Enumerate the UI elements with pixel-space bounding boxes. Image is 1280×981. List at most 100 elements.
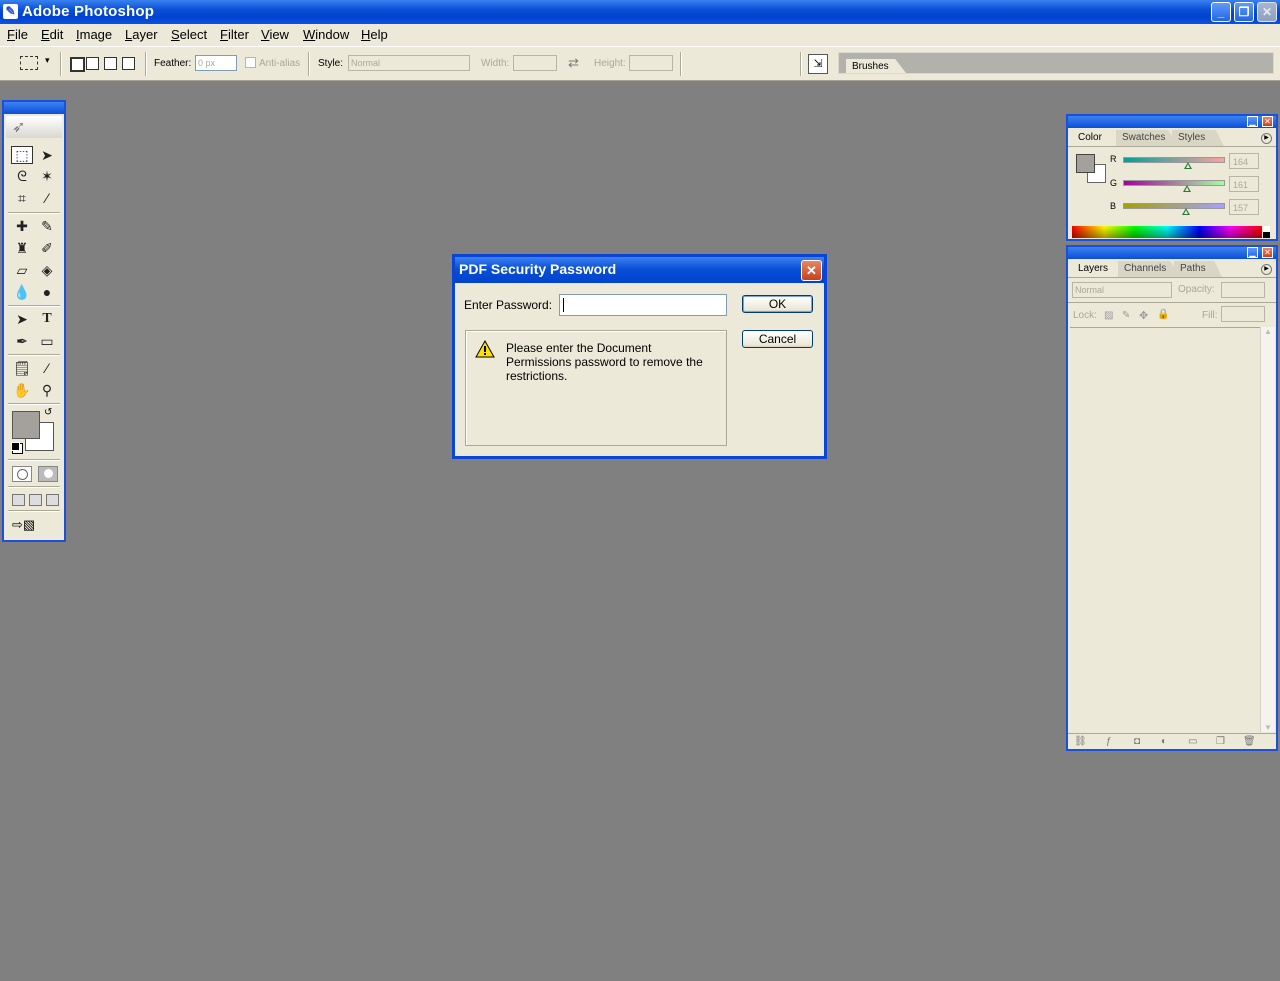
- menu-image[interactable]: Image: [76, 27, 112, 42]
- magic-wand-tool-icon[interactable]: ✶: [36, 167, 58, 185]
- antialias-checkbox[interactable]: [245, 57, 256, 68]
- tab-channels[interactable]: Channels: [1118, 261, 1180, 277]
- type-tool-icon[interactable]: T: [36, 310, 58, 328]
- green-value-input[interactable]: 161: [1229, 176, 1259, 192]
- palette-close-icon[interactable]: ✕: [1262, 247, 1273, 258]
- tab-layers[interactable]: Layers: [1072, 261, 1126, 277]
- opacity-input[interactable]: [1221, 282, 1265, 298]
- brush-tool-icon[interactable]: ✎: [36, 217, 58, 235]
- history-brush-tool-icon[interactable]: ✐: [36, 239, 58, 257]
- tab-paths[interactable]: Paths: [1174, 261, 1222, 277]
- pen-tool-icon[interactable]: ✒: [11, 332, 33, 350]
- new-layer-icon[interactable]: ❐: [1216, 736, 1225, 747]
- foreground-color-swatch[interactable]: [12, 411, 40, 439]
- jump-to-imageready-icon[interactable]: ⇨▧: [12, 516, 58, 534]
- clone-stamp-tool-icon[interactable]: ♜: [11, 239, 33, 257]
- swap-dimensions-icon[interactable]: ⇄: [568, 55, 579, 71]
- new-selection-icon[interactable]: [70, 57, 85, 72]
- feather-input[interactable]: 0 px: [195, 55, 237, 71]
- healing-brush-tool-icon[interactable]: ✚: [11, 217, 33, 235]
- layer-style-icon[interactable]: ƒ: [1106, 736, 1112, 747]
- quick-mask-mode-icon[interactable]: [38, 466, 58, 482]
- layers-list[interactable]: [1070, 327, 1260, 733]
- dialog-title-bar[interactable]: PDF Security Password: [455, 257, 824, 283]
- blend-mode-select[interactable]: Normal: [1072, 282, 1172, 298]
- restore-button[interactable]: ❐: [1234, 2, 1254, 22]
- palette-minimize-icon[interactable]: ▁: [1247, 116, 1258, 127]
- menu-edit[interactable]: Edit: [41, 27, 63, 42]
- intersect-selection-icon[interactable]: [122, 57, 135, 70]
- new-group-icon[interactable]: ▭: [1188, 736, 1197, 747]
- path-selection-tool-icon[interactable]: ➤: [11, 310, 33, 328]
- eraser-tool-icon[interactable]: ▱: [11, 261, 33, 279]
- menu-window[interactable]: Window: [303, 27, 349, 42]
- add-selection-icon[interactable]: [86, 57, 99, 70]
- toolbox-title-bar[interactable]: [4, 102, 64, 114]
- subtract-selection-icon[interactable]: [104, 57, 117, 70]
- ok-button[interactable]: OK: [742, 295, 813, 313]
- paint-bucket-tool-icon[interactable]: ◈: [36, 261, 58, 279]
- menu-help[interactable]: Help: [361, 27, 388, 42]
- color-palette-title-bar[interactable]: [1068, 116, 1276, 128]
- marquee-tool-icon[interactable]: ⬚: [11, 146, 33, 164]
- full-screen-menu-mode-icon[interactable]: [29, 494, 42, 506]
- tab-swatches[interactable]: Swatches: [1116, 130, 1178, 146]
- red-slider-thumb[interactable]: [1184, 162, 1192, 169]
- link-layers-icon[interactable]: ⛓: [1074, 736, 1087, 747]
- layer-mask-icon[interactable]: ◘: [1134, 736, 1140, 747]
- style-select[interactable]: Normal: [348, 55, 470, 71]
- zoom-tool-icon[interactable]: ⚲: [36, 381, 58, 399]
- green-slider[interactable]: [1123, 180, 1225, 186]
- menu-layer[interactable]: Layer: [125, 27, 158, 42]
- lock-image-icon[interactable]: ✎: [1122, 310, 1130, 321]
- menu-view[interactable]: View: [261, 27, 289, 42]
- lock-transparency-icon[interactable]: ▨: [1104, 310, 1113, 321]
- height-input[interactable]: [629, 55, 673, 71]
- layers-scrollbar[interactable]: ▲ ▼: [1260, 327, 1275, 732]
- notes-tool-icon[interactable]: 🗒: [11, 359, 33, 377]
- password-input[interactable]: [559, 294, 727, 316]
- blur-tool-icon[interactable]: 💧: [11, 283, 33, 301]
- chevron-down-icon[interactable]: ▾: [45, 55, 50, 66]
- tab-styles[interactable]: Styles: [1172, 130, 1224, 146]
- palette-close-icon[interactable]: ✕: [1262, 116, 1273, 127]
- blue-slider[interactable]: [1123, 203, 1225, 209]
- tab-color[interactable]: Color: [1072, 130, 1122, 146]
- hand-tool-icon[interactable]: ✋: [11, 381, 33, 399]
- standard-screen-mode-icon[interactable]: [12, 494, 25, 506]
- palette-minimize-icon[interactable]: ▁: [1247, 247, 1258, 258]
- close-button[interactable]: ✕: [1257, 2, 1277, 22]
- menu-filter[interactable]: Filter: [220, 27, 249, 42]
- palette-menu-icon[interactable]: ▶: [1261, 133, 1272, 144]
- slice-tool-icon[interactable]: ⁄: [36, 189, 58, 207]
- rectangle-tool-icon[interactable]: ▭: [36, 332, 58, 350]
- default-colors-icon[interactable]: [11, 442, 20, 451]
- color-ramp[interactable]: [1072, 226, 1262, 238]
- standard-mode-icon[interactable]: [12, 466, 32, 482]
- foreground-color-chip[interactable]: [1076, 154, 1095, 173]
- move-tool-icon[interactable]: ➤: [36, 146, 58, 164]
- fill-input[interactable]: [1221, 306, 1265, 322]
- layers-palette-title-bar[interactable]: [1068, 247, 1276, 259]
- adjustment-layer-icon[interactable]: ◐: [1161, 736, 1167, 747]
- red-value-input[interactable]: 164: [1229, 153, 1259, 169]
- full-screen-mode-icon[interactable]: [46, 494, 59, 506]
- palette-menu-icon[interactable]: ▶: [1261, 264, 1272, 275]
- black-swatch[interactable]: [1263, 232, 1270, 238]
- blue-slider-thumb[interactable]: [1182, 208, 1190, 215]
- dialog-close-button[interactable]: ✕: [801, 260, 822, 281]
- marquee-preset-icon[interactable]: [20, 56, 38, 70]
- red-slider[interactable]: [1123, 157, 1225, 163]
- app-title-bar[interactable]: ✎ Adobe Photoshop _ ❐ ✕: [0, 0, 1280, 24]
- lock-all-icon[interactable]: 🔒: [1157, 309, 1169, 320]
- cancel-button[interactable]: Cancel: [742, 330, 813, 348]
- adobe-feather-logo[interactable]: ➶: [6, 116, 62, 138]
- menu-select[interactable]: Select: [171, 27, 207, 42]
- swap-colors-icon[interactable]: ↺: [44, 407, 52, 418]
- dodge-tool-icon[interactable]: ●: [36, 283, 58, 301]
- width-input[interactable]: [513, 55, 557, 71]
- menu-file[interactable]: File: [7, 27, 28, 42]
- lock-position-icon[interactable]: ✥: [1139, 309, 1148, 322]
- delete-layer-icon[interactable]: 🗑: [1243, 736, 1256, 747]
- minimize-button[interactable]: _: [1211, 2, 1231, 22]
